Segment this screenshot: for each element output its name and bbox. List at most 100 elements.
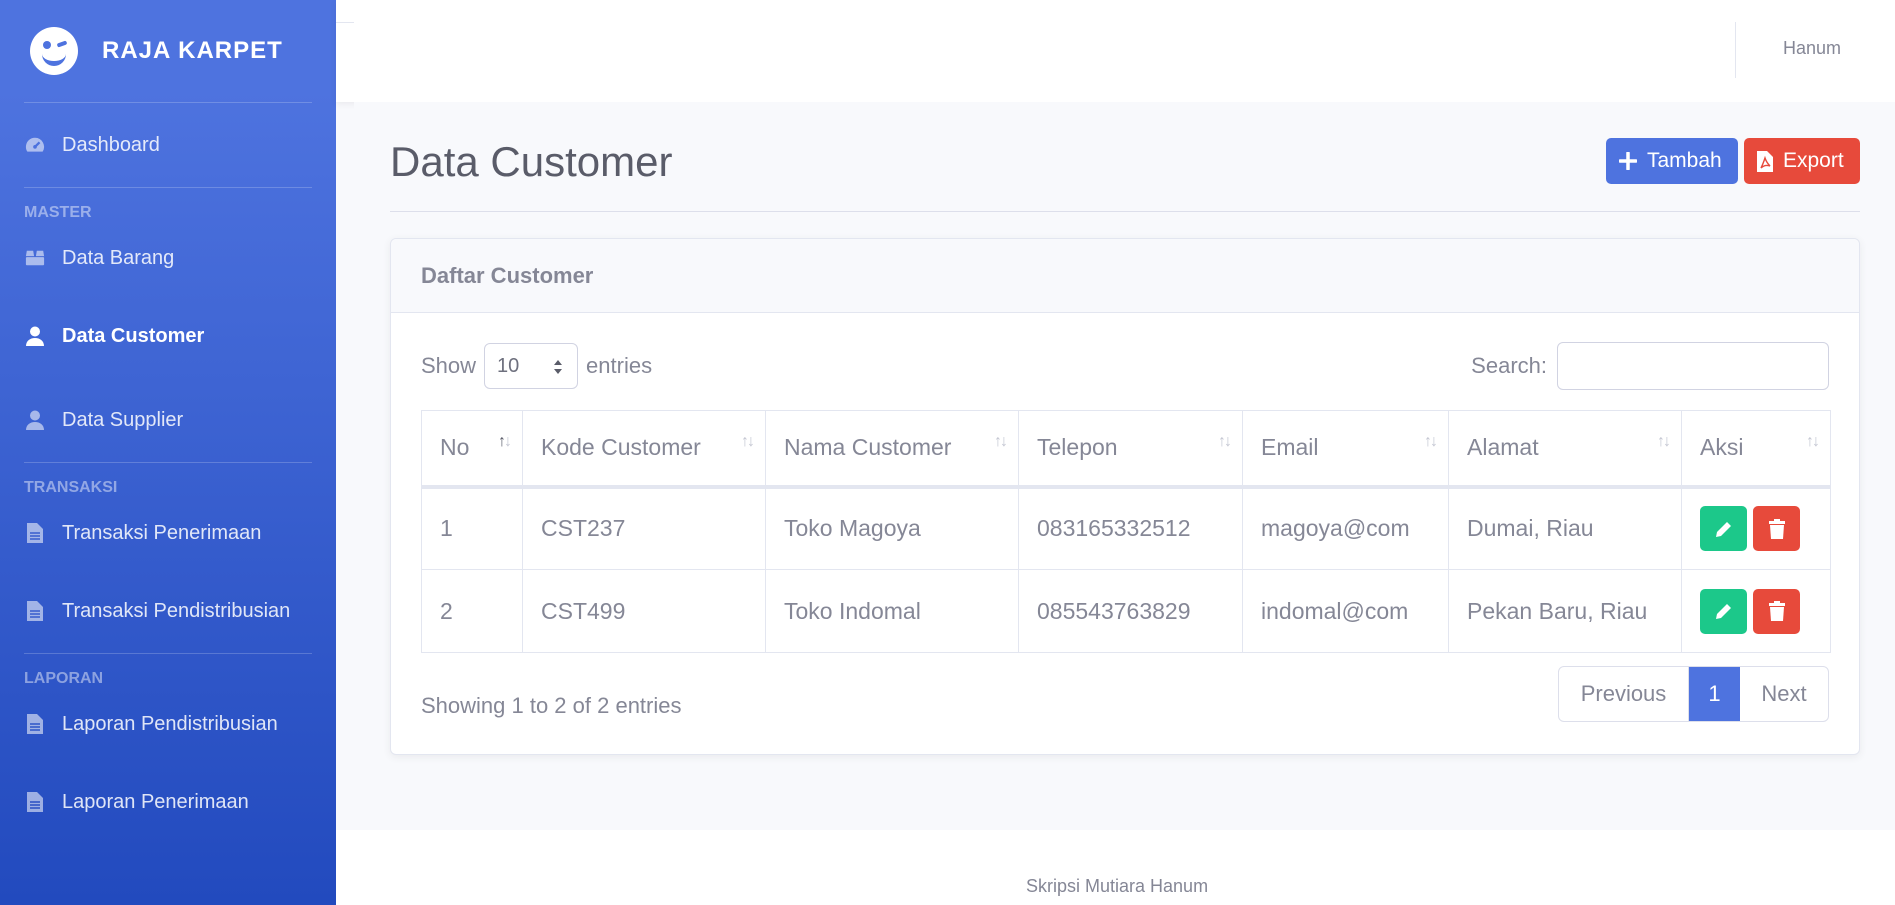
card-title: Daftar Customer	[391, 239, 1859, 313]
topbar: Hanum	[336, 0, 1895, 102]
laugh-wink-icon	[30, 27, 78, 75]
sidebar-item-label: Laporan Penerimaan	[62, 790, 249, 813]
footer-text: Skripsi Mutiara Hanum	[1026, 876, 1209, 896]
cell-no: 2	[421, 569, 523, 653]
user-icon	[25, 409, 45, 431]
sidebar-item-data-supplier[interactable]: Data Supplier	[0, 378, 336, 462]
column-header-kode[interactable]: Kode Customer ↑↓	[522, 410, 766, 489]
pagination-previous[interactable]: Previous	[1559, 667, 1689, 721]
entries-select-value: 10	[497, 354, 520, 377]
sort-icon: ↑↓	[994, 433, 1008, 450]
sidebar-item-data-customer[interactable]: Data Customer	[0, 294, 336, 378]
main-content: Data Customer Tambah Export Daftar Custo…	[354, 102, 1895, 830]
sort-icon: ↑↓	[741, 433, 755, 450]
table-header-row: No ↑↓ Kode Customer ↑↓ Nama Customer ↑↓ Tel…	[421, 410, 1831, 489]
cell-alamat: Pekan Baru, Riau	[1448, 569, 1682, 653]
column-header-telepon[interactable]: Telepon ↑↓	[1018, 410, 1243, 489]
topbar-divider	[336, 22, 354, 23]
tachometer-icon	[25, 134, 45, 156]
sidebar-item-label: Data Customer	[62, 324, 205, 347]
sidebar-item-label: Data Barang	[62, 246, 175, 269]
pagination-next[interactable]: Next	[1740, 667, 1828, 721]
tambah-button[interactable]: Tambah	[1606, 138, 1738, 184]
cell-no: 1	[421, 486, 523, 570]
file-icon	[25, 600, 45, 622]
table-row: 2 CST499 Toko Indomal 085543763829 indom…	[421, 569, 1831, 653]
sidebar-item-transaksi-pendistribusian[interactable]: Transaksi Pendistribusian	[0, 569, 336, 653]
column-header-aksi[interactable]: Aksi ↑↓	[1681, 410, 1831, 489]
table-search: Search:	[1471, 342, 1829, 390]
sidebar-item-label: Data Supplier	[62, 408, 184, 431]
file-icon	[25, 713, 45, 735]
delete-button[interactable]	[1753, 506, 1800, 552]
edit-button[interactable]	[1700, 588, 1747, 634]
file-pdf-icon	[1757, 150, 1773, 172]
column-header-label: Telepon	[1037, 434, 1118, 461]
entries-label: entries	[586, 353, 653, 378]
tambah-button-label: Tambah	[1647, 149, 1722, 172]
column-header-label: Aksi	[1700, 434, 1744, 461]
customer-table: No ↑↓ Kode Customer ↑↓ Nama Customer ↑↓ Tel…	[421, 410, 1831, 653]
brand-link[interactable]: RAJA KARPET	[0, 0, 336, 102]
column-header-label: No	[440, 434, 470, 461]
cell-kode: CST237	[522, 486, 766, 570]
pagination-page-current[interactable]: 1	[1689, 667, 1740, 721]
sidebar-item-laporan-pendistribusian[interactable]: Laporan Pendistribusian	[0, 688, 336, 760]
sidebar-item-label: Transaksi Pendistribusian	[62, 599, 291, 622]
entries-select[interactable]: 10	[484, 343, 579, 389]
brand-name: RAJA KARPET	[102, 37, 283, 64]
show-label: Show	[421, 353, 477, 378]
table-row: 1 CST237 Toko Magoya 083165332512 magoya…	[421, 486, 1831, 570]
cell-kode: CST499	[522, 569, 766, 653]
customer-card: Daftar Customer Show 10 entries Search: …	[390, 238, 1860, 755]
column-header-nama[interactable]: Nama Customer ↑↓	[765, 410, 1019, 489]
pencil-icon	[1715, 604, 1731, 619]
column-header-label: Kode Customer	[541, 434, 701, 461]
sort-icon: ↑↓	[1657, 433, 1671, 450]
sidebar-heading-master: MASTER	[24, 204, 92, 221]
column-header-label: Nama Customer	[784, 434, 952, 461]
cell-email: indomal@com	[1242, 569, 1449, 653]
cell-nama: Toko Indomal	[765, 569, 1019, 653]
column-header-email[interactable]: Email ↑↓	[1242, 410, 1449, 489]
sidebar-heading-transaksi: TRANSAKSI	[24, 479, 118, 496]
cell-telepon: 083165332512	[1018, 486, 1243, 570]
user-menu[interactable]: Hanum	[1783, 38, 1841, 59]
delete-button[interactable]	[1753, 588, 1800, 634]
sort-icon: ↑↓	[1218, 433, 1232, 450]
file-icon	[25, 522, 45, 544]
column-header-alamat[interactable]: Alamat ↑↓	[1448, 410, 1682, 489]
sidebar: RAJA KARPET Dashboard MASTER Data Barang…	[0, 0, 336, 905]
sidebar-item-laporan-penerimaan[interactable]: Laporan Penerimaan	[0, 760, 336, 844]
sort-caret-icon	[554, 360, 563, 374]
topbar-divider	[1735, 22, 1736, 78]
cell-nama: Toko Magoya	[765, 486, 1019, 570]
page-title: Data Customer	[390, 138, 673, 185]
sort-icon: ↑↓	[1806, 433, 1820, 450]
search-input[interactable]	[1557, 342, 1829, 390]
title-divider	[390, 211, 1860, 212]
user-icon	[25, 325, 45, 347]
column-header-label: Alamat	[1467, 434, 1539, 461]
sidebar-item-transaksi-penerimaan[interactable]: Transaksi Penerimaan	[0, 497, 336, 569]
pagination: Previous 1 Next	[1558, 666, 1829, 722]
search-label: Search:	[1471, 353, 1547, 378]
export-button-label: Export	[1783, 149, 1844, 172]
sidebar-item-dashboard[interactable]: Dashboard	[0, 103, 336, 187]
export-button[interactable]: Export	[1744, 138, 1860, 184]
entries-length: Show 10 entries	[421, 343, 652, 389]
trash-icon	[1768, 518, 1785, 539]
sidebar-heading-laporan: LAPORAN	[24, 670, 104, 687]
sidebar-item-data-barang[interactable]: Data Barang	[0, 222, 336, 294]
cell-email: magoya@com	[1242, 486, 1449, 570]
file-icon	[25, 791, 45, 813]
column-header-label: Email	[1261, 434, 1319, 461]
plus-icon	[1619, 152, 1637, 170]
cell-telepon: 085543763829	[1018, 569, 1243, 653]
column-header-no[interactable]: No ↑↓	[421, 410, 523, 489]
sort-icon: ↑↓	[1424, 433, 1438, 450]
box-icon	[25, 247, 45, 269]
edit-button[interactable]	[1700, 506, 1747, 552]
sort-icon: ↑↓	[498, 433, 512, 450]
cell-aksi	[1681, 569, 1831, 653]
